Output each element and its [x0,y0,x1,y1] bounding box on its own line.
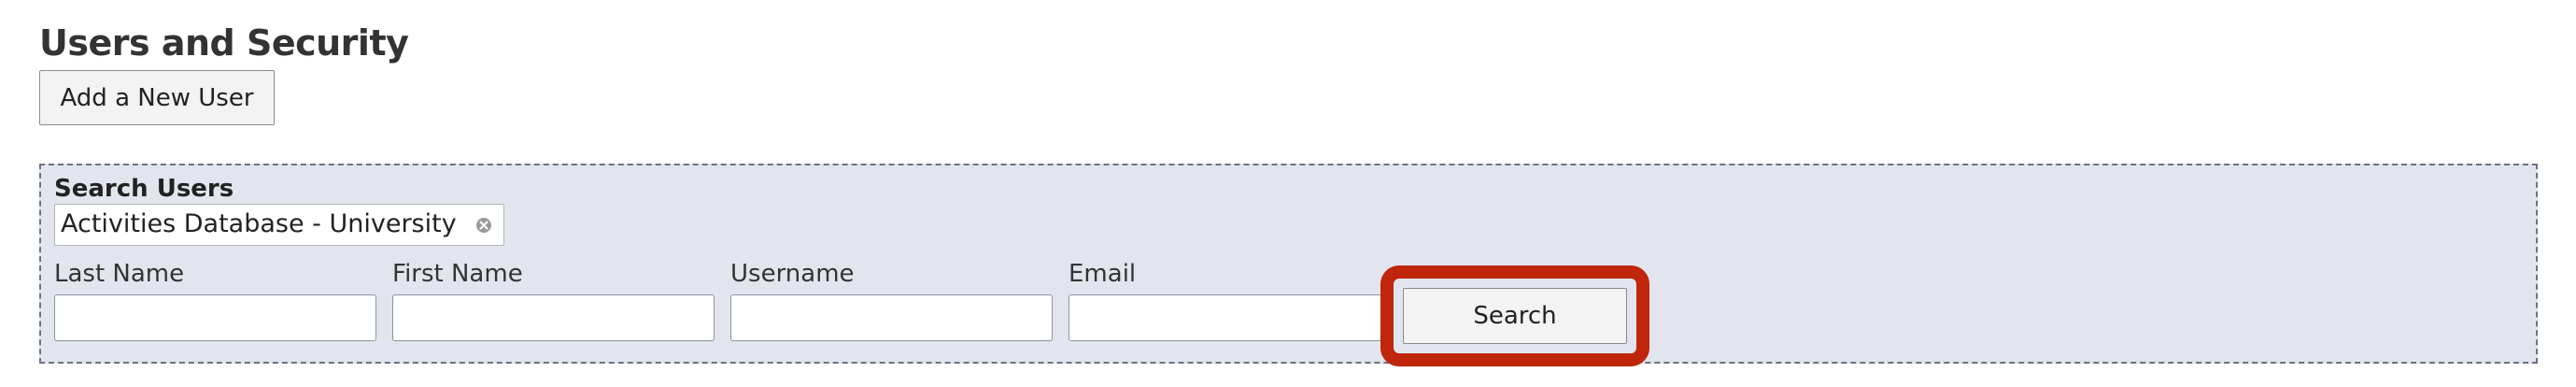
add-new-user-button[interactable]: Add a New User [39,70,275,125]
first-name-input[interactable] [392,294,715,341]
username-input[interactable] [730,294,1053,341]
last-name-label: Last Name [54,260,185,288]
clear-circle-icon[interactable] [475,217,492,234]
database-filter-select[interactable]: Activities Database - University [54,204,504,246]
email-input[interactable] [1069,294,1391,341]
last-name-input[interactable] [54,294,376,341]
search-users-panel: Search Users Activities Database - Unive… [39,164,2538,364]
username-label: Username [730,260,855,288]
search-users-heading: Search Users [54,175,234,203]
database-filter-value: Activities Database - University [61,209,457,238]
page-title: Users and Security [39,22,409,64]
email-label: Email [1069,260,1137,288]
search-button[interactable]: Search [1403,288,1627,344]
first-name-label: First Name [392,260,523,288]
